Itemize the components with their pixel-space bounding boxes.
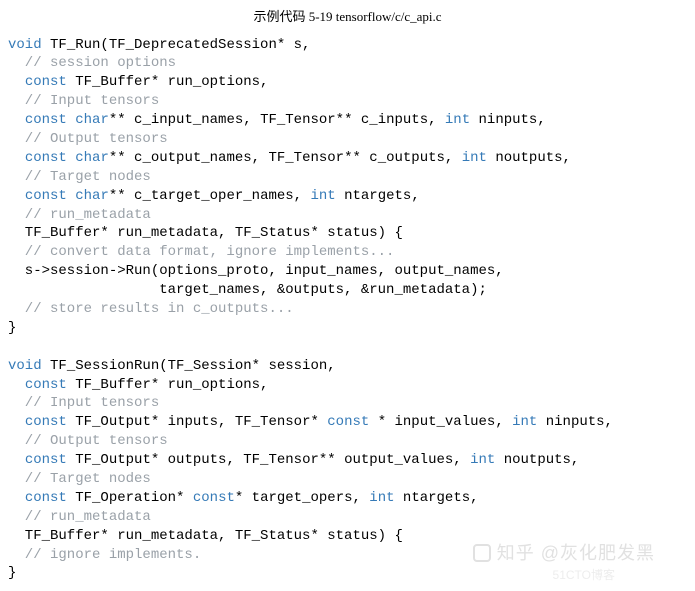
keyword: int [470,452,495,468]
code-text: } [8,565,16,581]
keyword: const [193,490,235,506]
code-text [67,188,75,204]
keyword: const [25,414,67,430]
code-text [8,414,25,430]
code-text: TF_Buffer* run_options, [67,74,269,90]
keyword: const [25,452,67,468]
keyword: int [369,490,394,506]
code-text: s->session->Run(options_proto, input_nam… [8,263,504,279]
code-text [8,377,25,393]
keyword: void [8,37,42,53]
code-text: ntargets, [395,490,479,506]
code-comment: // run_metadata [8,207,151,223]
code-comment: // Output tensors [8,131,168,147]
code-comment: // Output tensors [8,433,168,449]
keyword: char [75,150,109,166]
code-text: TF_Buffer* run_metadata, TF_Status* stat… [8,225,403,241]
code-comment: // store results in c_outputs... [8,301,294,317]
code-comment: // Input tensors [8,93,159,109]
code-text: noutputs, [487,150,571,166]
code-text: } [8,320,16,336]
code-text [8,74,25,90]
keyword: const [25,112,67,128]
code-comment: // Target nodes [8,471,151,487]
code-text: * input_values, [369,414,512,430]
code-listing-title: 示例代码 5-19 tensorflow/c/c_api.c [0,0,695,36]
code-text: TF_Output* outputs, TF_Tensor** output_v… [67,452,470,468]
code-text [8,150,25,166]
code-text: ** c_target_oper_names, [109,188,311,204]
code-text: TF_Run(TF_DeprecatedSession* s, [42,37,311,53]
keyword: const [25,490,67,506]
code-text: TF_Output* inputs, TF_Tensor* [67,414,327,430]
code-text: noutputs, [495,452,579,468]
code-text: ntargets, [336,188,420,204]
keyword: const [25,74,67,90]
code-text: ** c_output_names, TF_Tensor** c_outputs… [109,150,462,166]
code-text [67,150,75,166]
code-text: ninputs, [470,112,546,128]
code-text [67,112,75,128]
keyword: const [327,414,369,430]
code-comment: // convert data format, ignore implement… [8,244,394,260]
code-text: TF_SessionRun(TF_Session* session, [42,358,336,374]
code-comment: // Input tensors [8,395,159,411]
keyword: char [75,188,109,204]
code-text: target_names, &outputs, &run_metadata); [8,282,487,298]
code-text [8,112,25,128]
code-text: ** c_input_names, TF_Tensor** c_inputs, [109,112,445,128]
code-text: ninputs, [537,414,613,430]
code-text: TF_Buffer* run_metadata, TF_Status* stat… [8,528,403,544]
keyword: const [25,377,67,393]
code-text: TF_Operation* [67,490,193,506]
keyword: int [512,414,537,430]
keyword: const [25,150,67,166]
code-block: void TF_Run(TF_DeprecatedSession* s, // … [0,36,695,584]
keyword: const [25,188,67,204]
code-text [8,452,25,468]
code-comment: // session options [8,55,176,71]
keyword: int [310,188,335,204]
code-text [8,188,25,204]
keyword: int [462,150,487,166]
code-text: * target_opers, [235,490,369,506]
code-text [8,490,25,506]
code-comment: // Target nodes [8,169,151,185]
code-comment: // run_metadata [8,509,151,525]
keyword: void [8,358,42,374]
code-text: TF_Buffer* run_options, [67,377,269,393]
keyword: char [75,112,109,128]
keyword: int [445,112,470,128]
code-comment: // ignore implements. [8,547,201,563]
